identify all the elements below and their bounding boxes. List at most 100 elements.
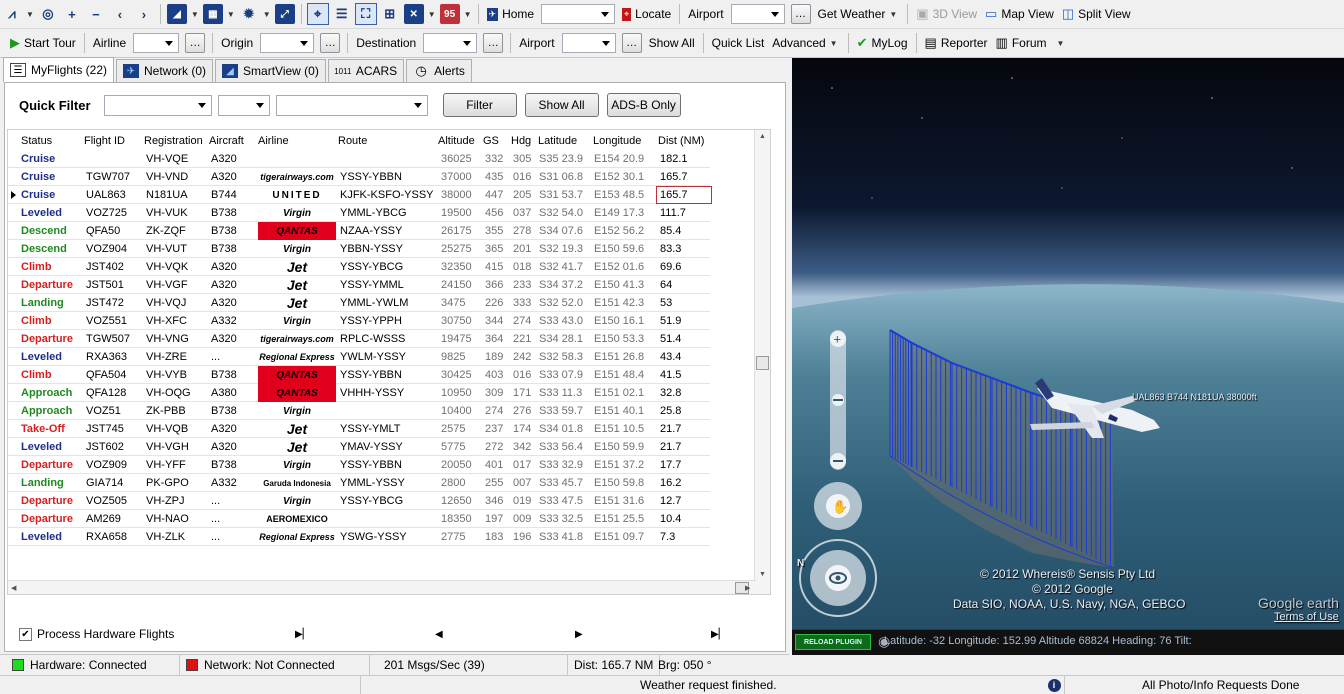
flight-row[interactable]: Departure JST501 VH-VGF A320 Jet YSSY-YMML 241… — [8, 276, 710, 294]
flight-row[interactable]: Departure VOZ909 VH-YFF B738 Virgin YSSY-YBBN… — [8, 456, 710, 474]
zoom-out-icon[interactable]: − — [86, 4, 106, 24]
vertical-scrollbar[interactable]: ▲ ▼ — [754, 130, 770, 594]
airline-combo[interactable] — [133, 33, 180, 53]
flight-row[interactable]: Leveled VOZ725 VH-VUK B738 Virgin YMML-YBCG 19… — [8, 204, 710, 222]
origin-browse-button[interactable]: … — [320, 33, 341, 53]
flight-row[interactable]: Take-Off JST745 VH-VQB A320 Jet YSSY-YMLT 2575… — [8, 420, 710, 438]
col-dist[interactable]: Dist (NM) — [658, 132, 704, 150]
flight-row[interactable]: Cruise UAL863 N181UA B744 UNITED KJFK-KSFO-YS… — [8, 186, 712, 204]
tab-network[interactable]: ✈ Network (0) — [116, 59, 214, 82]
col-altitude[interactable]: Altitude — [438, 132, 475, 150]
route-layer-icon[interactable]: ⤢ — [274, 4, 295, 24]
get-weather-button[interactable]: Get Weather ▼ — [814, 3, 904, 25]
flight-row[interactable]: Departure TGW507 VH-VNG A320 tigerairways.co… — [8, 330, 710, 348]
radar-icon[interactable]: ☰ — [332, 4, 352, 24]
quick-list-button[interactable]: Quick List — [708, 32, 769, 54]
col-route[interactable]: Route — [338, 132, 367, 150]
flight-row[interactable]: Leveled RXA363 VH-ZRE... Regional Express YW… — [8, 348, 710, 366]
satellite-layer-icon[interactable]: ◢ — [166, 4, 187, 24]
airport-filter-browse-button[interactable]: … — [621, 33, 642, 53]
compass-north-icon[interactable]: N — [797, 558, 804, 569]
flight-row[interactable]: Approach QFA128 VH-OQG A380 QANTAS VHHH-YSSY 1… — [8, 384, 710, 402]
flight-row[interactable]: Leveled JST602 VH-VGH A320 Jet YMAV-YSSY 5775 2… — [8, 438, 710, 456]
flight-row[interactable]: Departure AM269 VH-NAO... AEROMEXICO 18350 19… — [8, 510, 710, 528]
terms-of-use-link[interactable]: Terms of Use — [1274, 611, 1339, 623]
col-gs[interactable]: GS — [483, 132, 499, 150]
earth-3d-view[interactable]: + ✋ N UAL863 B744 N181UA 38000ft © 2012 … — [792, 58, 1344, 655]
col-registration[interactable]: Registration — [144, 132, 203, 150]
dropdown-arrow-icon[interactable]: ▼ — [26, 10, 34, 19]
dropdown-arrow-icon[interactable]: ▼ — [464, 10, 472, 19]
reporter-button[interactable]: ▤ Reporter — [921, 32, 992, 54]
locate-combo[interactable] — [541, 4, 616, 24]
col-latitude[interactable]: Latitude — [538, 132, 577, 150]
show-all-filter-button[interactable]: Show All — [524, 93, 599, 117]
crosshair-icon[interactable]: ⌖ — [306, 3, 329, 25]
advanced-button[interactable]: Advanced ▼ — [768, 32, 843, 54]
next-record-icon[interactable]: ▶ — [575, 629, 583, 640]
locate-button[interactable]: ⌖ Locate — [618, 3, 675, 25]
grid-layer-icon[interactable]: ▦ — [202, 4, 223, 24]
flight-row[interactable]: Departure VOZ505 VH-ZPJ... Virgin YSSY-YBCG 1… — [8, 492, 710, 510]
filter-operator-combo[interactable] — [217, 94, 270, 116]
col-aircraft[interactable]: Aircraft — [209, 132, 244, 150]
flight-row[interactable]: Landing GIA714 PK-GPO A332 Garuda Indonesia Y… — [8, 474, 710, 492]
dropdown-arrow-icon[interactable]: ▼ — [227, 10, 235, 19]
split-view-button[interactable]: ◫ Split View — [1058, 3, 1135, 25]
flight-row[interactable]: Climb VOZ551 VH-XFC A332 Virgin YSSY-YPPH 3075… — [8, 312, 710, 330]
origin-combo[interactable] — [260, 33, 315, 53]
flight-row[interactable]: Climb QFA504 VH-VYB B738 QANTAS YSSY-YBBN 3042… — [8, 366, 710, 384]
vertical-scroll-thumb[interactable] — [756, 356, 769, 370]
airport-combo[interactable] — [730, 4, 785, 24]
tab-smartview[interactable]: ◢ SmartView (0) — [215, 59, 326, 82]
flight-row[interactable]: Cruise TGW707 VH-VND A320 tigerairways.com YS… — [8, 168, 710, 186]
weather-layer-icon[interactable]: ✕ — [403, 4, 424, 24]
tab-myflights[interactable]: ☰ MyFlights (22) — [3, 57, 115, 82]
map-view-button[interactable]: ▭ Map View — [981, 3, 1058, 25]
airport-browse-button[interactable]: … — [790, 4, 811, 24]
horizontal-scrollbar[interactable]: ◀ ▶ — [8, 580, 756, 594]
process-hw-checkbox[interactable]: ✔ — [19, 627, 32, 641]
tab-alerts[interactable]: ◷ Alerts — [406, 59, 472, 82]
back-icon[interactable]: ‹ — [110, 4, 130, 24]
col-longitude[interactable]: Longitude — [593, 132, 641, 150]
flight-row[interactable]: Leveled RXA658 VH-ZLK... Regional Express YS… — [8, 528, 710, 546]
last-record-icon[interactable]: ▶▏ — [711, 629, 726, 640]
dropdown-arrow-icon[interactable]: ▼ — [263, 10, 271, 19]
col-status[interactable]: Status — [21, 132, 52, 150]
flight-row[interactable]: Landing JST472 VH-VQJ A320 Jet YMML-YWLM 3475 2… — [8, 294, 710, 312]
forum-button[interactable]: ▥ Forum ▼ — [992, 32, 1071, 54]
scroll-right-icon[interactable]: ▶ — [745, 584, 750, 592]
prev-record-icon[interactable]: ◀ — [435, 629, 443, 640]
mylog-button[interactable]: ✔ MyLog — [853, 32, 912, 54]
flight-row[interactable]: Approach VOZ51 ZK-PBB B738 Virgin 10400 274 276… — [8, 402, 710, 420]
3d-view-button[interactable]: ▣ 3D View — [912, 3, 981, 25]
destination-combo[interactable] — [423, 33, 478, 53]
gear-icon[interactable]: ✹ — [239, 4, 259, 24]
filter-button[interactable]: Filter — [442, 93, 517, 117]
info-icon[interactable]: i — [1046, 676, 1062, 694]
chart-tool-icon[interactable]: ⩘ — [2, 4, 22, 24]
dropdown-arrow-icon[interactable]: ▼ — [428, 10, 436, 19]
col-airline[interactable]: Airline — [258, 132, 289, 150]
start-tour-button[interactable]: ▶ Start Tour — [6, 32, 80, 54]
forward-icon[interactable]: › — [134, 4, 154, 24]
scroll-left-icon[interactable]: ◀ — [11, 584, 16, 592]
home-button[interactable]: ✈ Home — [483, 3, 539, 25]
track-icon[interactable]: ⛶ — [354, 3, 377, 25]
zoom-in-icon[interactable]: + — [62, 4, 82, 24]
show-all-button[interactable]: Show All — [645, 32, 699, 54]
airline-browse-button[interactable]: … — [185, 33, 206, 53]
first-record-icon[interactable]: ▶▏ — [295, 629, 310, 640]
scroll-up-icon[interactable]: ▲ — [759, 133, 766, 140]
adsb-only-button[interactable]: ADS-B Only — [606, 93, 681, 117]
dropdown-arrow-icon[interactable]: ▼ — [191, 10, 199, 19]
filter-field-combo[interactable] — [103, 94, 212, 116]
flight-row[interactable]: Descend QFA50 ZK-ZQF B738 QANTAS NZAA-YSSY 261… — [8, 222, 710, 240]
flight-row[interactable]: Cruise VH-VQE A320 36025 332 305 S35 23.9 E154 … — [8, 150, 710, 168]
calendar-icon[interactable]: 95 — [439, 4, 460, 24]
col-hdg[interactable]: Hdg — [511, 132, 531, 150]
tab-acars[interactable]: 1011 ACARS — [327, 59, 405, 82]
flight-row[interactable]: Climb JST402 VH-VQK A320 Jet YSSY-YBCG 32350 41… — [8, 258, 710, 276]
destination-browse-button[interactable]: … — [483, 33, 504, 53]
